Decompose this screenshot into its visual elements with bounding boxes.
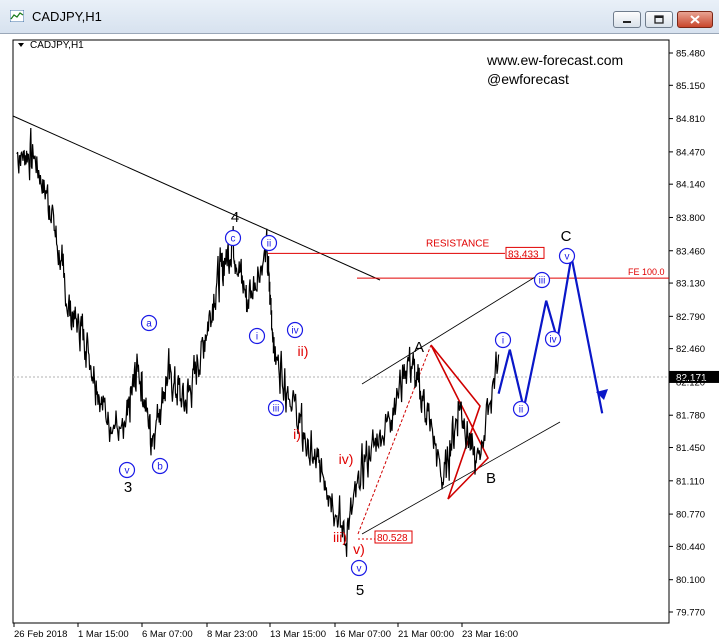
wave-label-blue: ii (519, 405, 523, 416)
x-tick-label: 6 Mar 07:00 (142, 629, 193, 640)
wave-label-blue: iv (291, 326, 298, 337)
wave-label-black: 3 (124, 479, 132, 496)
wave-label-red: iv) (339, 451, 354, 467)
chart-app-icon (10, 10, 24, 22)
wave-a-line (357, 344, 432, 535)
symbol-label: CADJPY,H1 (30, 40, 84, 51)
wave-label-blue: a (146, 319, 152, 330)
wave-label-blue: v (125, 466, 130, 477)
y-tick-label: 81.780 (676, 411, 705, 422)
wave-label-blue: iv (549, 335, 556, 346)
x-tick-label: 8 Mar 23:00 (207, 629, 258, 640)
wave-label-blue: iii (273, 404, 280, 415)
x-tick-label: 1 Mar 15:00 (78, 629, 129, 640)
y-tick-label: 80.770 (676, 510, 705, 521)
resistance-value: 83.433 (508, 249, 539, 260)
channel-lower (361, 421, 561, 535)
wave-label-black: C (561, 228, 572, 245)
y-tick-label: 83.800 (676, 213, 705, 224)
restore-button[interactable] (645, 11, 673, 28)
y-tick-label: 81.450 (676, 443, 705, 454)
y-tick-label: 84.810 (676, 114, 705, 125)
minimize-icon (623, 21, 631, 23)
close-button[interactable] (677, 11, 713, 28)
y-tick-label: 85.150 (676, 81, 705, 92)
y-tick-label: 85.480 (676, 49, 705, 60)
wave-label-red: v) (353, 541, 365, 557)
price-chart[interactable]: CADJPY,H1 www.ew-forecast.com @ewforecas… (0, 34, 719, 643)
wave-label-red: iii) (333, 529, 347, 545)
wave-label-blue: c (231, 234, 236, 245)
y-axis: 85.480 85.150 84.810 84.470 84.140 83.800 83.4… (669, 49, 705, 619)
y-tick-label: 82.460 (676, 344, 705, 355)
y-tick-label: 79.770 (676, 608, 705, 619)
wave-label-black: 4 (231, 209, 239, 226)
y-tick-label: 84.140 (676, 180, 705, 191)
wave-label-blue: i (502, 336, 504, 347)
wave-label-blue: b (157, 462, 163, 473)
x-tick-label: 21 Mar 00:00 (398, 629, 454, 640)
wave-label-black: 5 (356, 582, 364, 599)
resistance-label: RESISTANCE (426, 238, 489, 249)
wave-label-blue: i (256, 332, 258, 343)
y-tick-label: 84.470 (676, 147, 705, 158)
wave-label-blue: iii (539, 276, 546, 287)
x-tick-label: 23 Mar 16:00 (462, 629, 518, 640)
symbol-dropdown-icon[interactable] (18, 43, 24, 47)
window-title: CADJPY,H1 (32, 9, 102, 24)
wave-label-blue: v (565, 252, 570, 263)
minimize-button[interactable] (613, 11, 641, 28)
y-tick-label: 82.790 (676, 312, 705, 323)
x-tick-label: 16 Mar 07:00 (335, 629, 391, 640)
wave-label-black: B (486, 470, 496, 487)
y-tick-label: 80.440 (676, 542, 705, 553)
triangle-shape (430, 344, 489, 500)
y-tick-label: 80.100 (676, 575, 705, 586)
wave-label-blue: v (357, 564, 362, 575)
restore-icon (654, 15, 664, 24)
wave-label-red: ii) (298, 343, 309, 359)
y-tick-label: 82.120 (676, 377, 705, 388)
y-tick-label: 83.460 (676, 246, 705, 257)
close-icon (690, 15, 700, 24)
wave-label-black: A (414, 339, 424, 356)
watermark-url: www.ew-forecast.com (486, 52, 623, 68)
wave-label-blue: ii (267, 239, 271, 250)
wave-label-red: i) (293, 426, 301, 442)
y-tick-label: 81.110 (676, 476, 704, 487)
low-value: 80.528 (377, 533, 408, 544)
window-titlebar: CADJPY,H1 (0, 0, 719, 34)
y-tick-label: 83.130 (676, 279, 705, 290)
x-tick-label: 26 Feb 2018 (14, 629, 67, 640)
chart-area[interactable]: CADJPY,H1 www.ew-forecast.com @ewforecas… (0, 34, 719, 643)
watermark-handle: @ewforecast (487, 71, 569, 87)
fe-100-label: FE 100.0 (628, 267, 665, 277)
trendline (12, 115, 381, 281)
x-tick-label: 13 Mar 15:00 (270, 629, 326, 640)
x-axis: 26 Feb 2018 1 Mar 15:00 6 Mar 07:00 8 Mar 2… (13, 623, 518, 640)
